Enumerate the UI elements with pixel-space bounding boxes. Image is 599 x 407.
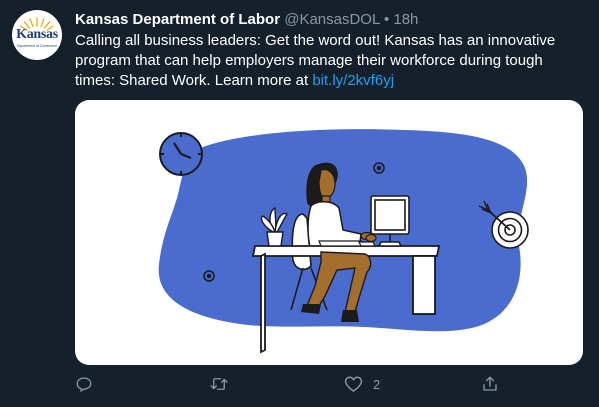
heart-icon (344, 376, 363, 392)
tweet-text: Calling all business leaders: Get the wo… (75, 31, 580, 91)
reply-button[interactable] (75, 372, 103, 396)
author-avatar[interactable]: Kansas Department of Commerce (12, 10, 62, 60)
reply-icon (76, 377, 92, 392)
logo-wordmark: Kansas (16, 27, 58, 42)
tweet-actions: 2 (75, 372, 583, 396)
tweet-link[interactable]: bit.ly/2kvf6yj (312, 72, 394, 89)
like-button[interactable]: 2 (344, 372, 380, 396)
shared-work-illustration (158, 129, 529, 354)
desk-papers (318, 240, 367, 247)
tweet-header: Kansas Department of Labor @KansasDOL • … (75, 10, 418, 30)
tweet-image[interactable] (75, 100, 583, 365)
tweet-timestamp[interactable]: 18h (393, 11, 418, 28)
person-face (318, 169, 336, 199)
share-icon (483, 376, 497, 391)
clock-icon (159, 132, 203, 176)
person-shoe-left (341, 310, 359, 322)
retweet-button[interactable] (209, 372, 239, 396)
share-button[interactable] (481, 372, 509, 396)
author-name[interactable]: Kansas Department of Labor (75, 11, 280, 28)
logo-subtitle: Department of Commerce (16, 44, 58, 48)
like-count: 2 (373, 376, 381, 392)
header-separator: • (383, 11, 390, 28)
retweet-icon (210, 378, 228, 390)
author-handle[interactable]: @KansasDOL (284, 11, 380, 28)
